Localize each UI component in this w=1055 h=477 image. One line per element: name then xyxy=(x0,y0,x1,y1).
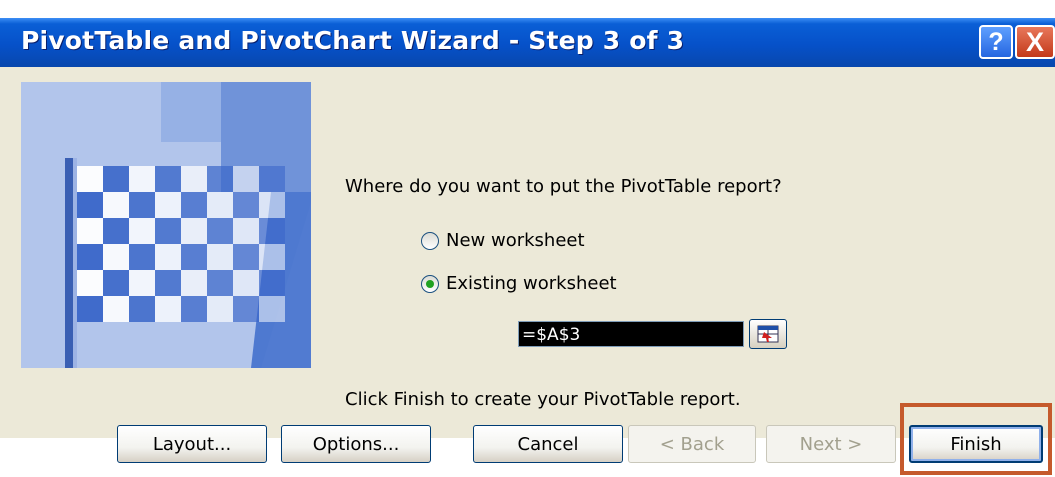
finish-hint: Click Finish to create your PivotTable r… xyxy=(345,389,741,410)
help-icon: ? xyxy=(988,27,1004,56)
location-prompt: Where do you want to put the PivotTable … xyxy=(345,176,782,197)
title-bar: PivotTable and PivotChart Wizard - Step … xyxy=(0,18,1055,67)
back-button[interactable]: < Back xyxy=(628,425,756,463)
new-worksheet-radio[interactable] xyxy=(421,231,439,250)
layout-button[interactable]: Layout... xyxy=(117,425,267,463)
options-button[interactable]: Options... xyxy=(281,425,431,463)
cancel-button-label: Cancel xyxy=(517,433,579,455)
new-worksheet-option[interactable]: New worksheet xyxy=(421,230,585,251)
next-button-label: Next > xyxy=(799,433,863,455)
close-icon: X xyxy=(1025,26,1044,57)
new-worksheet-label: New worksheet xyxy=(446,230,585,251)
close-button[interactable]: X xyxy=(1015,25,1055,59)
help-button[interactable]: ? xyxy=(979,25,1013,59)
options-button-label: Options... xyxy=(312,433,400,455)
cancel-button[interactable]: Cancel xyxy=(473,425,623,463)
layout-button-label: Layout... xyxy=(152,433,232,455)
finish-highlight-box xyxy=(900,403,1052,475)
range-picker-button[interactable] xyxy=(749,319,787,349)
existing-worksheet-radio[interactable] xyxy=(421,274,439,293)
back-button-label: < Back xyxy=(659,433,725,455)
next-button[interactable]: Next > xyxy=(766,425,896,463)
pivot-wizard-dialog: PivotTable and PivotChart Wizard - Step … xyxy=(0,18,1055,463)
existing-worksheet-option[interactable]: Existing worksheet xyxy=(421,273,617,294)
window-title: PivotTable and PivotChart Wizard - Step … xyxy=(21,26,685,55)
reference-input[interactable]: =$A$3 xyxy=(518,321,744,347)
range-picker-icon xyxy=(757,325,779,343)
existing-worksheet-label: Existing worksheet xyxy=(446,273,617,294)
checkered-flag-icon xyxy=(21,82,311,368)
